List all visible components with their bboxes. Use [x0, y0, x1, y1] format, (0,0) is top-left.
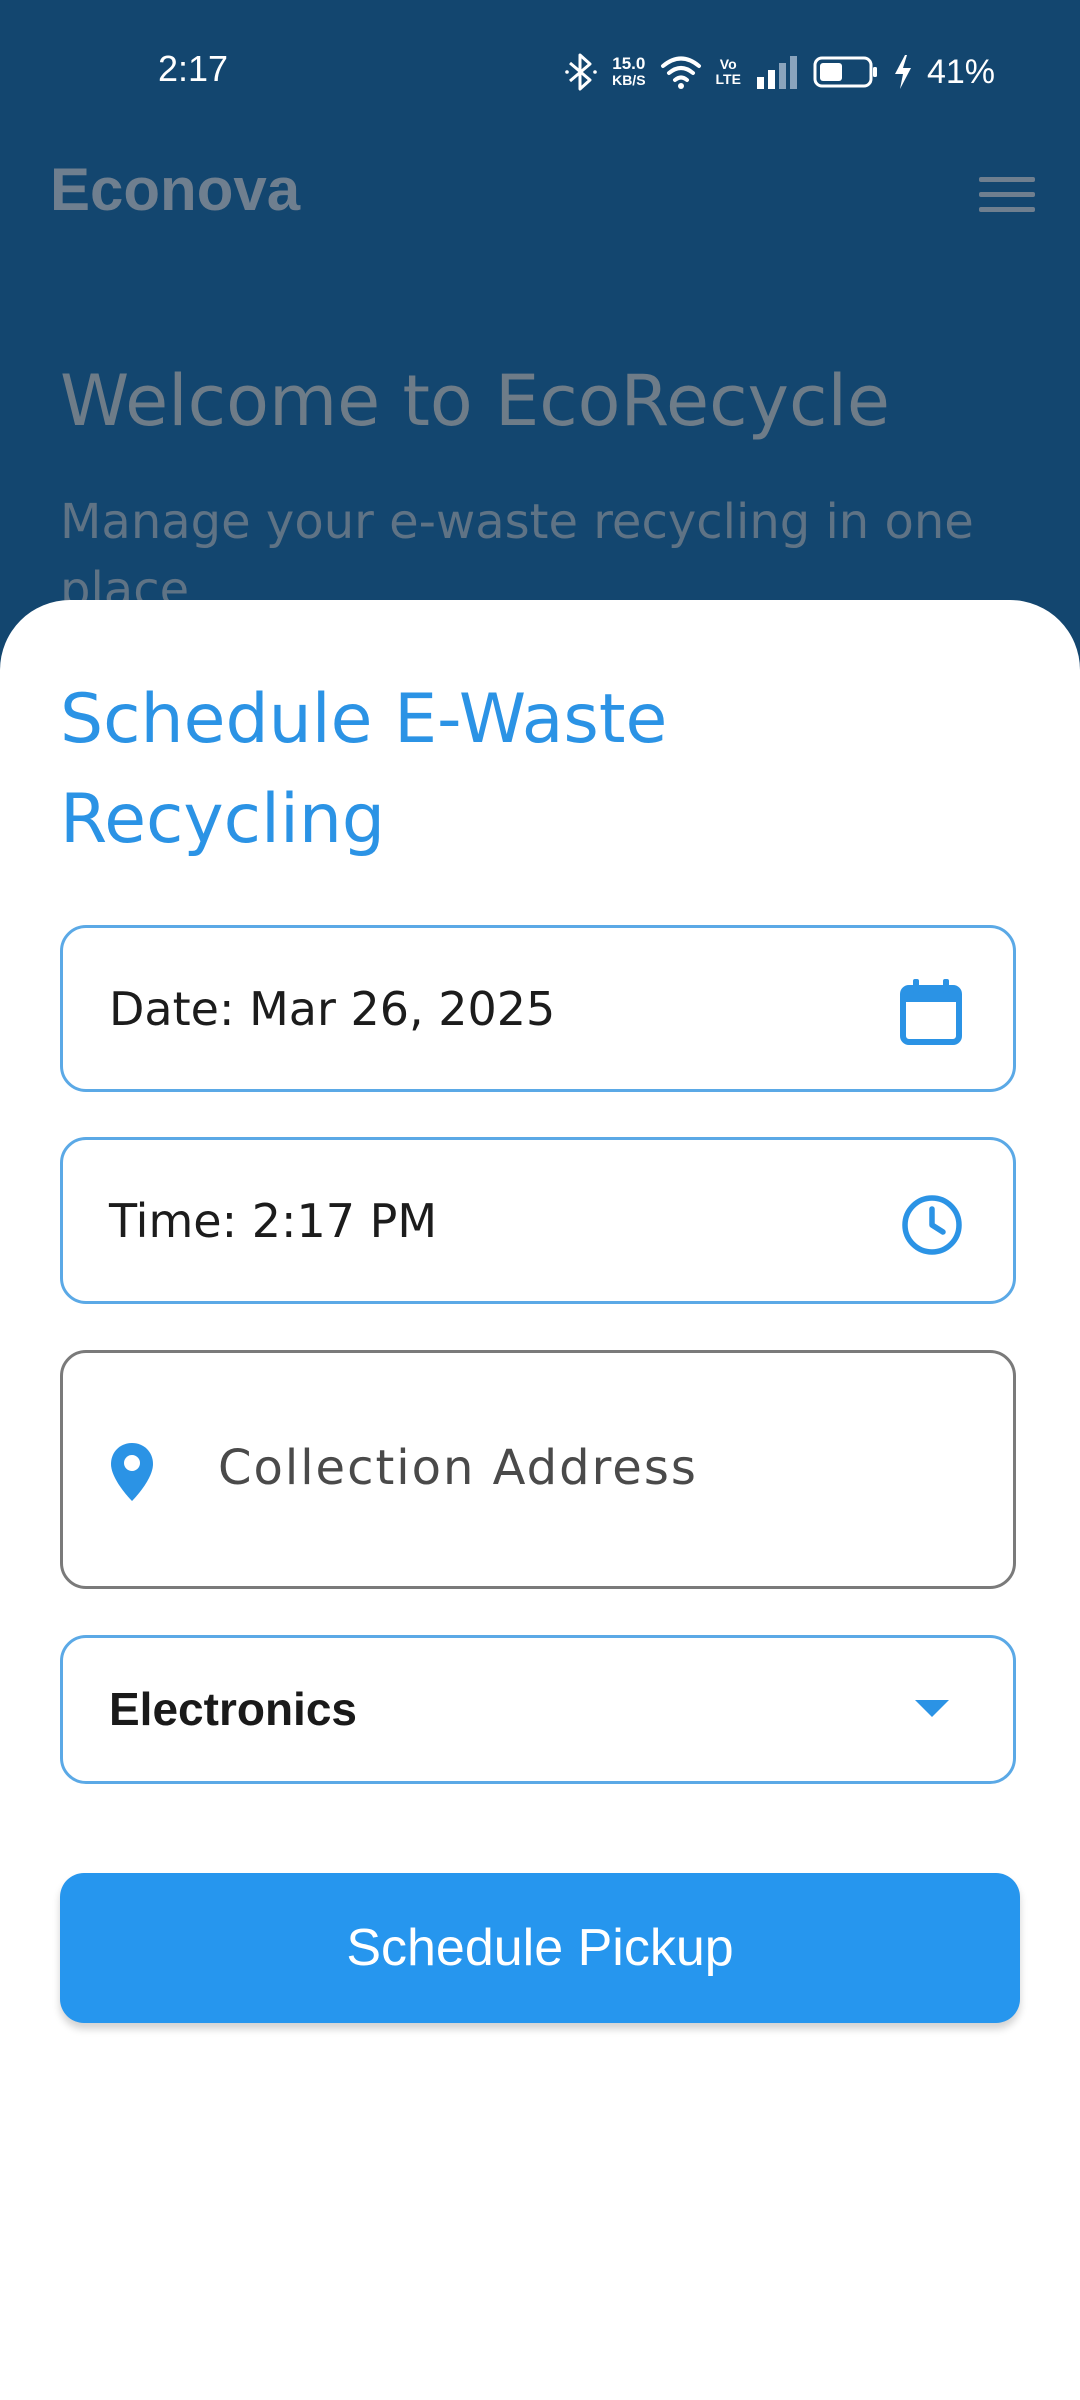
network-speed-unit: KB/S	[612, 72, 646, 88]
volte-bottom: LTE	[715, 71, 741, 87]
date-picker-field[interactable]: Date: Mar 26, 2025	[60, 925, 1016, 1092]
battery-icon	[813, 55, 879, 89]
app-title: Econova	[50, 156, 301, 223]
network-speed-value: 15.0	[612, 54, 646, 73]
battery-percent: 41%	[926, 52, 995, 91]
status-time: 2:17	[158, 48, 229, 89]
time-picker-field[interactable]: Time: 2:17 PM	[60, 1137, 1016, 1304]
menu-icon[interactable]	[979, 175, 1035, 215]
status-icons: 15.0 KB/S Vo LTE 41%	[564, 50, 995, 94]
date-label: Date: Mar 26, 2025	[109, 982, 556, 1036]
bluetooth-icon	[564, 52, 598, 92]
location-pin-icon	[109, 1441, 155, 1507]
network-speed: 15.0 KB/S	[612, 55, 645, 89]
clock-icon[interactable]	[901, 1194, 963, 1260]
category-dropdown[interactable]: Electronics	[60, 1635, 1016, 1784]
welcome-title: Welcome to EcoRecycle	[60, 360, 890, 442]
collection-address-field[interactable]	[60, 1350, 1016, 1589]
charging-icon	[893, 54, 913, 90]
calendar-icon[interactable]	[899, 978, 963, 1050]
sheet-title: Schedule E-Waste Recycling	[60, 680, 668, 859]
category-selected: Electronics	[109, 1683, 357, 1735]
schedule-pickup-button[interactable]: Schedule Pickup	[60, 1873, 1020, 2023]
status-bar: 2:17 15.0 KB/S Vo LTE 41%	[0, 0, 1080, 140]
schedule-sheet: Schedule E-Waste Recycling Date: Mar 26,…	[0, 600, 1080, 2400]
time-label: Time: 2:17 PM	[109, 1194, 438, 1248]
signal-icon	[755, 55, 799, 89]
wifi-icon	[660, 54, 702, 90]
dropdown-arrow-icon[interactable]	[915, 1698, 949, 1722]
collection-address-input[interactable]	[218, 1433, 958, 1503]
volte-top: Vo	[719, 56, 737, 72]
volte-indicator: Vo LTE	[716, 57, 741, 87]
